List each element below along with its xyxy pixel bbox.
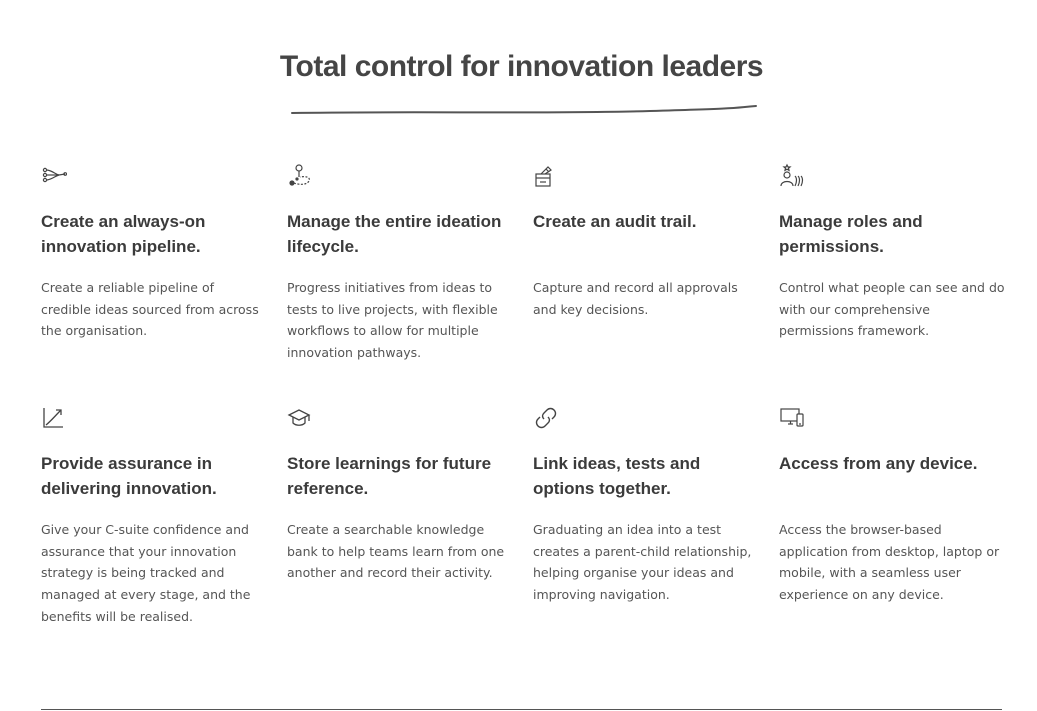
feature-description: Capture and record all approvals and key…	[533, 280, 738, 317]
feature-heading: Link ideas, tests and options together.	[533, 454, 701, 498]
feature-heading: Manage roles and permissions.	[779, 212, 923, 256]
feature-card-roles: Manage roles and permissions. Control wh…	[779, 163, 1025, 405]
feature-description: Access the browser-based application fro…	[779, 522, 1000, 603]
lifecycle-path-icon	[287, 163, 313, 189]
features-grid: Create an always-on innovation pipeline.…	[41, 163, 1011, 647]
title-underline-decoration	[291, 105, 757, 114]
feature-description: Create a reliable pipeline of credible i…	[41, 280, 259, 339]
feature-heading: Create an always-on innovation pipeline.	[41, 212, 206, 256]
feature-heading: Create an audit trail.	[533, 212, 697, 231]
feature-description: Graduating an idea into a test creates a…	[533, 522, 752, 603]
pipeline-icon	[41, 163, 67, 189]
feature-card-learnings: Store learnings for future reference. Cr…	[287, 405, 533, 647]
feature-heading: Store learnings for future reference.	[287, 454, 492, 498]
audit-box-icon	[533, 163, 559, 189]
users-roles-icon	[779, 163, 805, 189]
feature-card-assurance: Provide assurance in delivering innovati…	[41, 405, 287, 647]
feature-card-pipeline: Create an always-on innovation pipeline.…	[41, 163, 287, 405]
section-title: Total control for innovation leaders	[279, 50, 764, 83]
graduation-cap-icon	[287, 405, 313, 431]
feature-description: Give your C-suite confidence and assuran…	[41, 522, 251, 624]
feature-card-link: Link ideas, tests and options together. …	[533, 405, 779, 647]
feature-description: Control what people can see and do with …	[779, 280, 1005, 339]
growth-chart-icon	[41, 405, 67, 431]
feature-card-lifecycle: Manage the entire ideation lifecycle. Pr…	[287, 163, 533, 405]
feature-heading: Provide assurance in delivering innovati…	[41, 454, 217, 498]
feature-card-audit: Create an audit trail. Capture and recor…	[533, 163, 779, 405]
section-divider	[41, 709, 1002, 710]
feature-heading: Access from any device.	[779, 454, 978, 473]
feature-heading: Manage the entire ideation lifecycle.	[287, 212, 502, 256]
devices-icon	[779, 405, 805, 431]
feature-card-devices: Access from any device. Access the brows…	[779, 405, 1025, 647]
feature-description: Progress initiatives from ideas to tests…	[287, 280, 498, 361]
link-icon	[533, 405, 559, 431]
feature-description: Create a searchable knowledge bank to he…	[287, 522, 505, 581]
